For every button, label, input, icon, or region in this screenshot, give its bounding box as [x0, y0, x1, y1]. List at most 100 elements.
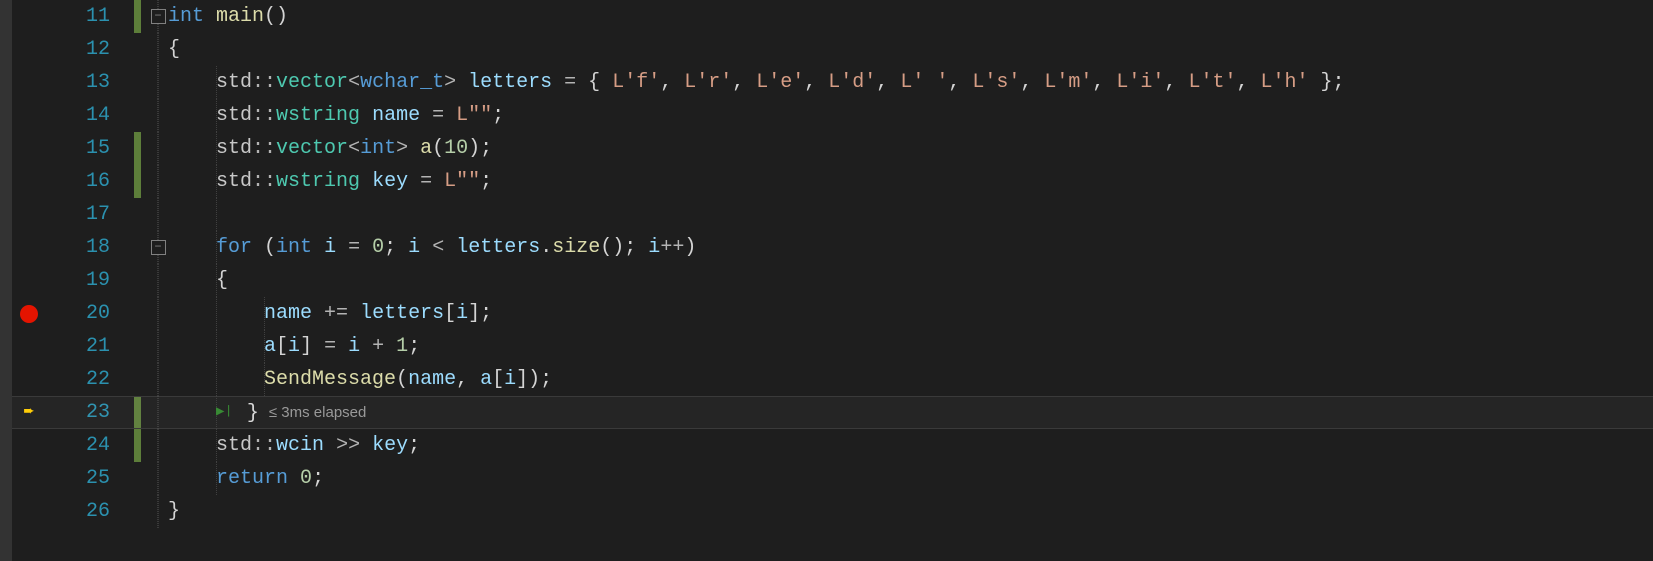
- outline-gutter-cell[interactable]: [148, 165, 168, 198]
- breakpoint-gutter-cell[interactable]: [12, 99, 46, 132]
- outline-gutter-cell[interactable]: [148, 297, 168, 330]
- collapse-icon[interactable]: −: [151, 9, 166, 24]
- outline-gutter-cell[interactable]: [148, 462, 168, 495]
- run-to-click-icon[interactable]: ▶❘: [216, 404, 233, 420]
- code-line[interactable]: 19 {: [12, 264, 1653, 297]
- indent-guide: [216, 198, 217, 231]
- change-marker-gutter: [132, 33, 148, 66]
- line-number: 21: [46, 330, 132, 363]
- breakpoint-gutter-cell[interactable]: [12, 198, 46, 231]
- line-number: 18: [46, 231, 132, 264]
- change-marker-gutter: [132, 198, 148, 231]
- breakpoint-gutter-cell[interactable]: [12, 165, 46, 198]
- outline-gutter-cell[interactable]: [148, 33, 168, 66]
- code-text[interactable]: SendMessage(name, a[i]);: [168, 363, 552, 396]
- collapse-icon[interactable]: −: [151, 240, 166, 255]
- line-number: 20: [46, 297, 132, 330]
- code-text[interactable]: ▶❘ }≤ 3ms elapsed: [168, 396, 366, 429]
- change-marker-gutter: [132, 132, 148, 165]
- code-line[interactable]: 22 SendMessage(name, a[i]);: [12, 363, 1653, 396]
- breakpoint-gutter-cell[interactable]: [12, 330, 46, 363]
- change-marker-gutter: [132, 66, 148, 99]
- breakpoint-icon[interactable]: [20, 305, 38, 323]
- change-marker-gutter: [132, 264, 148, 297]
- breakpoint-gutter-cell[interactable]: [12, 132, 46, 165]
- line-number: 14: [46, 99, 132, 132]
- breakpoint-gutter-cell[interactable]: [12, 297, 46, 330]
- code-text[interactable]: {: [168, 264, 228, 297]
- code-line[interactable]: 14 std::wstring name = L"";: [12, 99, 1653, 132]
- code-text[interactable]: {: [168, 33, 180, 66]
- change-marker-gutter: [132, 99, 148, 132]
- outline-gutter-cell[interactable]: [148, 132, 168, 165]
- breakpoint-gutter-cell[interactable]: [12, 66, 46, 99]
- breakpoint-gutter-cell[interactable]: [12, 462, 46, 495]
- line-number: 15: [46, 132, 132, 165]
- change-marker-icon: [134, 0, 141, 33]
- change-marker-gutter: [132, 363, 148, 396]
- code-line[interactable]: 12 {: [12, 33, 1653, 66]
- line-number: 25: [46, 462, 132, 495]
- code-line[interactable]: 21 a[i] = i + 1;: [12, 330, 1653, 363]
- code-line[interactable]: 15 std::vector<int> a(10);: [12, 132, 1653, 165]
- change-marker-gutter: [132, 495, 148, 528]
- outline-gutter-cell[interactable]: [148, 495, 168, 528]
- breakpoint-gutter-cell[interactable]: [12, 495, 46, 528]
- outline-gutter-cell[interactable]: [148, 396, 168, 429]
- breakpoint-gutter-cell[interactable]: [12, 231, 46, 264]
- code-line[interactable]: 16 std::wstring key = L"";: [12, 165, 1653, 198]
- line-number: 22: [46, 363, 132, 396]
- code-line[interactable]: 25 return 0;: [12, 462, 1653, 495]
- change-marker-gutter: [132, 231, 148, 264]
- line-number: 13: [46, 66, 132, 99]
- outline-gutter-cell[interactable]: [148, 363, 168, 396]
- code-line[interactable]: 11 −int main(): [12, 0, 1653, 33]
- code-line[interactable]: 18 − for (int i = 0; i < letters.size(); …: [12, 231, 1653, 264]
- code-text[interactable]: for (int i = 0; i < letters.size(); i++): [168, 231, 696, 264]
- breakpoint-gutter-cell[interactable]: [12, 264, 46, 297]
- line-number: 11: [46, 0, 132, 33]
- code-line[interactable]: 17: [12, 198, 1653, 231]
- change-marker-gutter: [132, 165, 148, 198]
- outline-gutter-cell[interactable]: [148, 264, 168, 297]
- code-text[interactable]: std::wstring key = L"";: [168, 165, 492, 198]
- line-number: 24: [46, 429, 132, 462]
- outline-gutter-cell[interactable]: [148, 66, 168, 99]
- breakpoint-gutter-cell[interactable]: [12, 429, 46, 462]
- breakpoint-gutter-cell[interactable]: [12, 0, 46, 33]
- line-number: 16: [46, 165, 132, 198]
- change-marker-gutter: [132, 429, 148, 462]
- outline-gutter-cell[interactable]: [148, 330, 168, 363]
- code-text[interactable]: }: [168, 495, 180, 528]
- code-line[interactable]: 13 std::vector<wchar_t> letters = { L'f'…: [12, 66, 1653, 99]
- outline-gutter-cell[interactable]: [148, 198, 168, 231]
- code-text[interactable]: std::vector<int> a(10);: [168, 132, 492, 165]
- code-text[interactable]: std::vector<wchar_t> letters = { L'f', L…: [168, 66, 1345, 99]
- code-line[interactable]: 20 name += letters[i];: [12, 297, 1653, 330]
- breakpoint-gutter-cell[interactable]: [12, 33, 46, 66]
- breakpoint-gutter-cell[interactable]: [12, 363, 46, 396]
- line-number: 19: [46, 264, 132, 297]
- change-marker-gutter: [132, 462, 148, 495]
- code-text[interactable]: std::wstring name = L"";: [168, 99, 504, 132]
- code-editor[interactable]: 11−int main()12{13 std::vector<wchar_t> …: [0, 0, 1653, 561]
- code-text[interactable]: int main(): [168, 0, 288, 33]
- code-text[interactable]: std::wcin >> key;: [168, 429, 420, 462]
- outline-gutter-cell[interactable]: [148, 429, 168, 462]
- change-marker-icon: [134, 165, 141, 198]
- change-marker-gutter: [132, 0, 148, 33]
- outline-gutter-cell[interactable]: −: [148, 231, 168, 264]
- line-number: 12: [46, 33, 132, 66]
- code-line[interactable]: 24 std::wcin >> key;: [12, 429, 1653, 462]
- perf-codelens[interactable]: ≤ 3ms elapsed: [269, 404, 366, 421]
- change-marker-icon: [134, 429, 141, 462]
- change-marker-gutter: [132, 297, 148, 330]
- code-text[interactable]: name += letters[i];: [168, 297, 492, 330]
- left-margin-strip: [0, 0, 12, 561]
- code-line[interactable]: 26}: [12, 495, 1653, 528]
- code-text[interactable]: return 0;: [168, 462, 324, 495]
- outline-gutter-cell[interactable]: −: [148, 0, 168, 33]
- code-text[interactable]: a[i] = i + 1;: [168, 330, 420, 363]
- line-number: 17: [46, 198, 132, 231]
- outline-gutter-cell[interactable]: [148, 99, 168, 132]
